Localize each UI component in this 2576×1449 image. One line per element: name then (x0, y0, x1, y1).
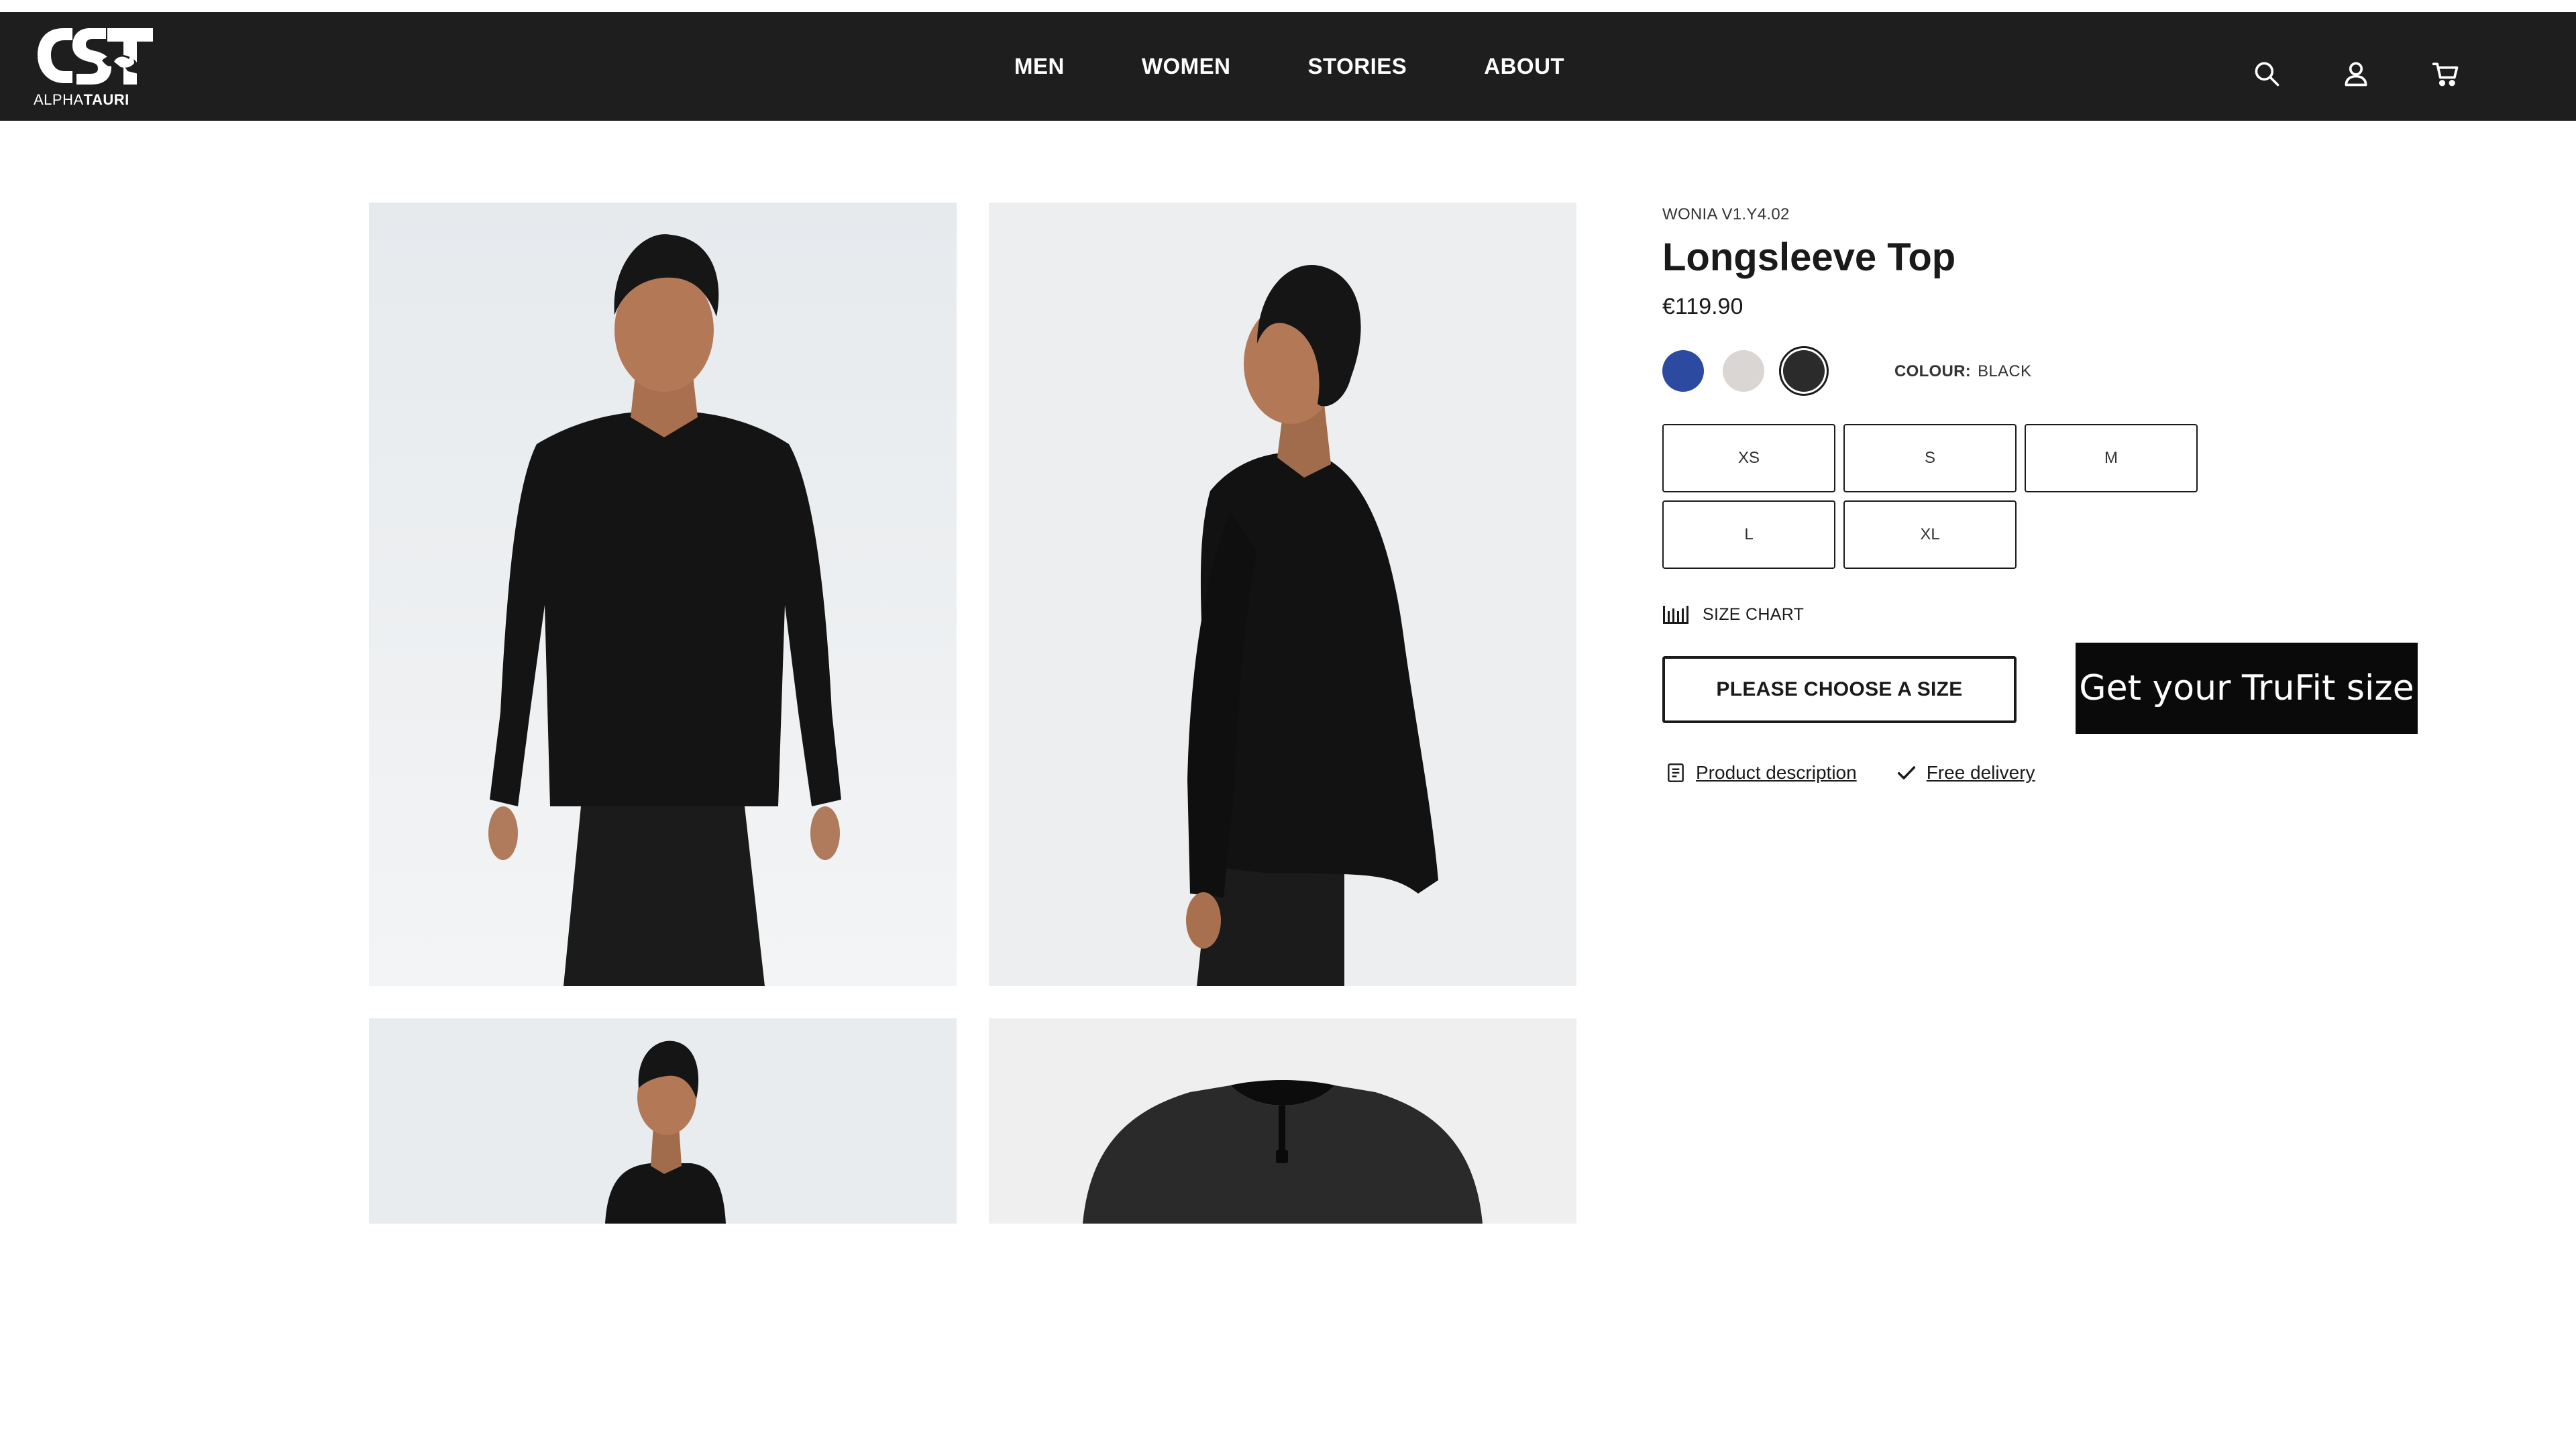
nav-item-about[interactable]: ABOUT (1484, 54, 1564, 79)
size-option-s[interactable]: S (1843, 424, 2017, 492)
product-image-detail[interactable] (989, 1018, 1576, 1224)
logo-mark (38, 28, 153, 85)
trufit-size-button[interactable]: Get your TruFit size (2076, 643, 2418, 734)
account-icon[interactable] (2336, 54, 2376, 94)
swatch-blue[interactable] (1662, 350, 1704, 392)
model-side-illustration (989, 203, 1576, 986)
free-delivery-link[interactable]: Free delivery (1896, 762, 2035, 784)
colour-value: BLACK (1978, 362, 2032, 380)
add-to-cart-button[interactable]: PLEASE CHOOSE A SIZE (1662, 656, 2017, 723)
main-nav: MEN WOMEN STORIES ABOUT (1014, 12, 1642, 121)
site-header: ALPHATAURI MEN WOMEN STORIES ABOUT (0, 12, 2576, 121)
product-image-side[interactable] (989, 203, 1576, 986)
size-option-l[interactable]: L (1662, 500, 1835, 569)
swatch-light-grey[interactable] (1723, 350, 1764, 392)
product-description-label: Product description (1696, 762, 1857, 783)
size-chart-label: SIZE CHART (1703, 604, 1805, 624)
colour-swatches (1662, 346, 1843, 396)
product-description-link[interactable]: Product description (1665, 762, 1857, 784)
product-sku: WONIA V1.Y4.02 (1662, 205, 1790, 223)
document-icon (1668, 763, 1684, 782)
brand-logo[interactable]: ALPHATAURI (34, 24, 161, 111)
cart-icon[interactable] (2426, 54, 2466, 94)
nav-item-men[interactable]: MEN (1014, 54, 1065, 79)
size-chart-link[interactable]: SIZE CHART (1662, 602, 1804, 627)
product-price: €119.90 (1662, 294, 1743, 319)
model-front-illustration (369, 203, 957, 986)
size-option-xl[interactable]: XL (1843, 500, 2017, 569)
nav-item-women[interactable]: WOMEN (1142, 54, 1231, 79)
colour-key: COLOUR: (1894, 362, 1972, 380)
product-title: Longsleeve Top (1662, 235, 1956, 279)
checkmark-icon (1897, 766, 1915, 780)
ruler-icon (1663, 606, 1688, 624)
garment-detail-illustration (989, 1018, 1576, 1224)
free-delivery-label: Free delivery (1926, 762, 2035, 783)
logo-wordmark: ALPHATAURI (34, 91, 129, 108)
product-image-front[interactable] (369, 203, 957, 986)
nav-item-stories[interactable]: STORIES (1308, 54, 1407, 79)
size-option-m[interactable]: M (2025, 424, 2198, 492)
search-icon[interactable] (2247, 54, 2287, 94)
model-wide-illustration (369, 1018, 957, 1224)
selected-colour: COLOUR: BLACK (1894, 362, 2031, 381)
product-links: Product description Free delivery (1665, 759, 2074, 786)
swatch-black[interactable] (1779, 346, 1829, 396)
size-option-xs[interactable]: XS (1662, 424, 1835, 492)
top-strip (0, 0, 2576, 12)
product-image-model[interactable] (369, 1018, 957, 1224)
